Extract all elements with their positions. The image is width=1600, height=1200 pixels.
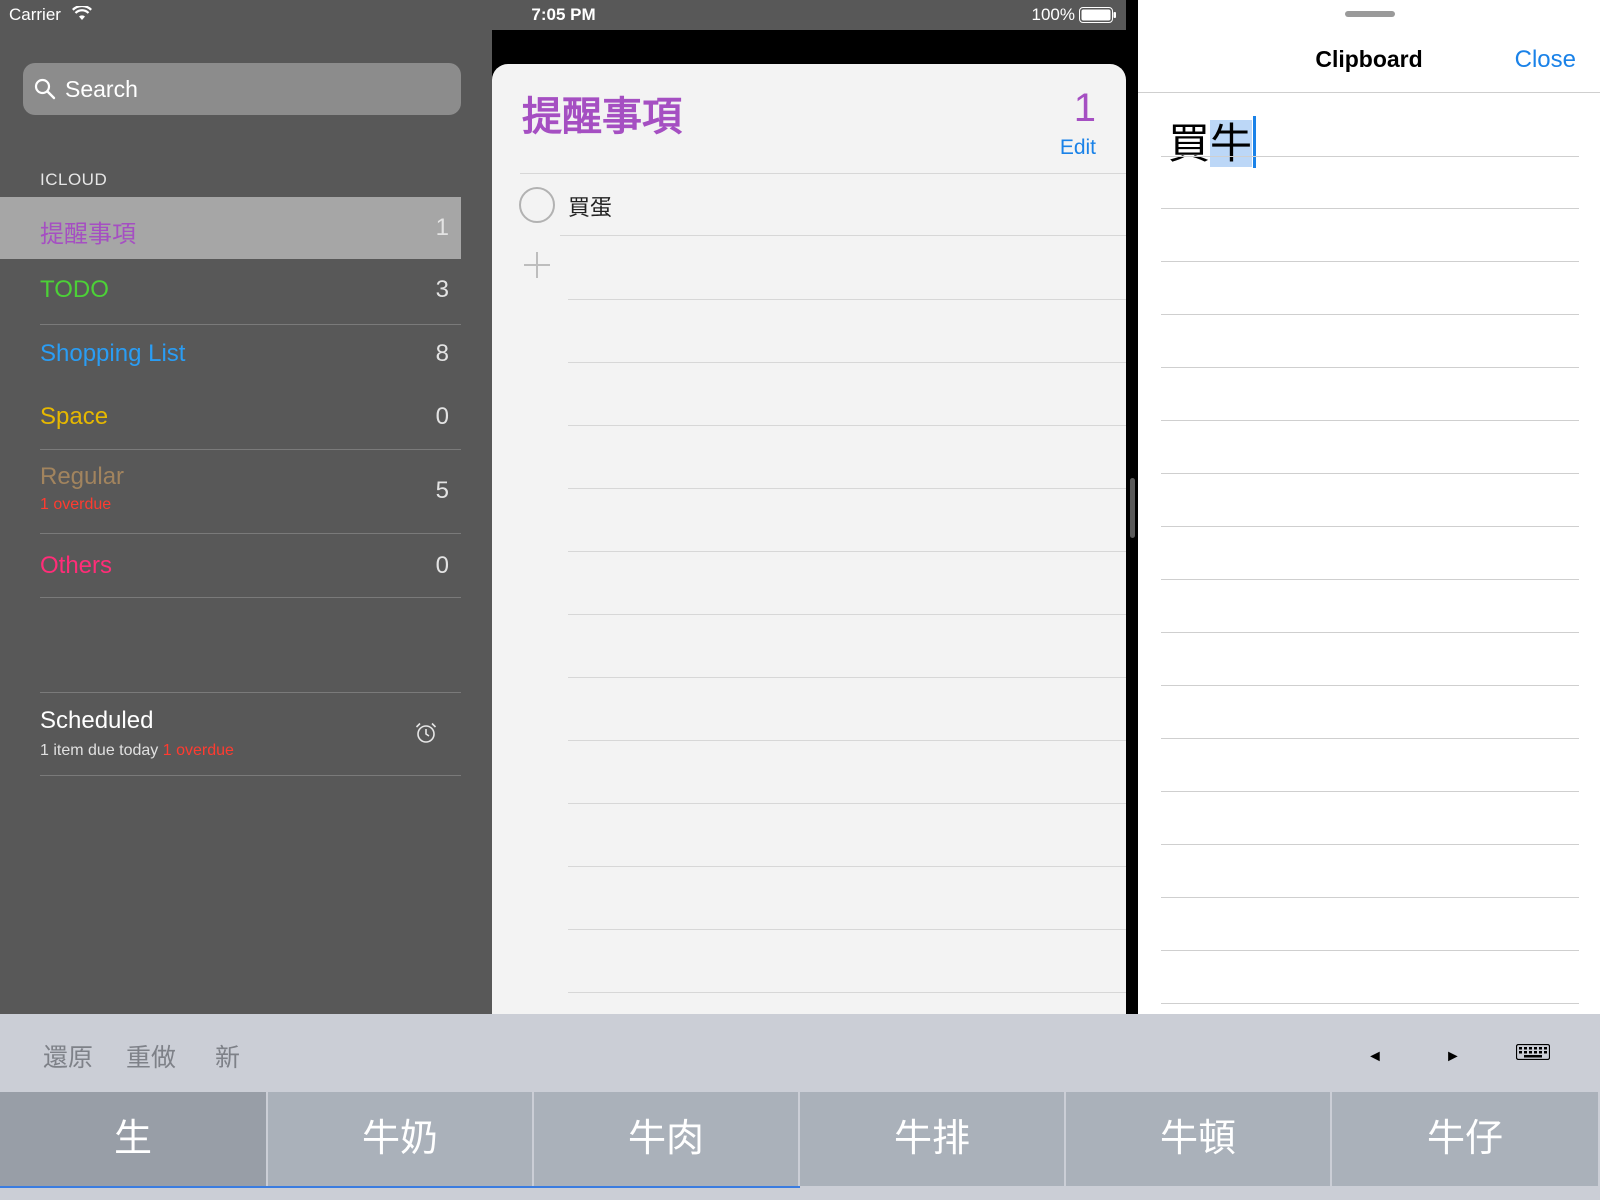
ruled-line (1161, 261, 1579, 262)
ruled-line (568, 803, 1126, 804)
search-placeholder: Search (65, 76, 138, 102)
divider (40, 533, 461, 534)
redo-button[interactable]: 重做 (126, 1038, 176, 1074)
ruled-line (568, 362, 1126, 363)
list-count: 1 (435, 214, 449, 241)
ruled-line (1161, 473, 1579, 474)
scheduled-subtitle: 1 item due today 1 overdue (40, 742, 234, 760)
list-count: 8 (435, 340, 449, 367)
list-row-space[interactable]: Space 0 (0, 386, 461, 448)
keyboard-icon[interactable] (1516, 1044, 1550, 1060)
ruled-line (1161, 208, 1579, 209)
list-name: TODO (40, 276, 109, 303)
candidate-6[interactable]: 牛仔 (1332, 1092, 1598, 1186)
ruled-line (1161, 844, 1579, 845)
ruled-line (1161, 685, 1579, 686)
list-name: Others (40, 552, 113, 579)
ruled-line (1161, 738, 1579, 739)
header-divider (520, 173, 1126, 174)
scheduled-row[interactable]: Scheduled 1 item due today 1 overdue (0, 693, 461, 775)
search-icon (34, 78, 56, 100)
candidate-2[interactable]: 牛奶 (268, 1092, 532, 1186)
candidate-1[interactable]: 生 (0, 1092, 266, 1186)
ruled-line (1161, 791, 1579, 792)
ruled-line (568, 614, 1126, 615)
overdue-label: 1 overdue (40, 496, 112, 513)
list-name: 提醒事項 (40, 221, 136, 248)
ruled-line (568, 740, 1126, 741)
ruled-line (568, 551, 1126, 552)
ruled-line (568, 992, 1126, 993)
sidebar: Search ICLOUD 提醒事項 1 TODO 3 Shopping Lis… (0, 30, 492, 1014)
ruled-line (1161, 897, 1579, 898)
overdue-label: 1 overdue (162, 742, 234, 759)
text-cursor (1253, 116, 1257, 168)
ruled-line (1161, 526, 1579, 527)
candidate-4[interactable]: 牛排 (800, 1092, 1064, 1186)
divider (40, 775, 461, 776)
list-count: 0 (435, 552, 449, 579)
section-header-icloud: ICLOUD (40, 170, 108, 189)
divider (40, 597, 461, 598)
ruled-line (1161, 579, 1579, 580)
ruled-line (1161, 950, 1579, 951)
header-divider (1138, 92, 1600, 93)
candidate-underline (0, 1186, 800, 1188)
ruled-line (568, 677, 1126, 678)
undo-button[interactable]: 還原 (43, 1038, 93, 1074)
list-row-reminders[interactable]: 提醒事項 1 (0, 197, 461, 259)
keyboard-toolbar: 還原 重做 新 ◄ ► (0, 1014, 1600, 1092)
list-item-count: 1 (1073, 86, 1096, 130)
list-row-others[interactable]: Others 0 (0, 535, 461, 597)
candidate-5[interactable]: 牛頓 (1066, 1092, 1330, 1186)
candidate-3[interactable]: 牛肉 (534, 1092, 798, 1186)
list-name: Shopping List (40, 340, 186, 367)
item-divider (568, 299, 1126, 300)
list-count: 0 (435, 403, 449, 430)
close-button[interactable]: Close (1515, 46, 1576, 74)
ruled-line (1161, 314, 1579, 315)
clipboard-panel: Clipboard Close 買牛 (1138, 0, 1600, 1014)
list-title: 提醒事項 (522, 95, 682, 139)
alarm-clock-icon (415, 722, 437, 743)
new-button[interactable]: 新 (215, 1038, 240, 1074)
list-count: 5 (435, 477, 449, 504)
edit-button[interactable]: Edit (1060, 136, 1096, 160)
ruled-line (568, 866, 1126, 867)
list-row-regular[interactable]: Regular 1 overdue 5 (0, 450, 461, 532)
status-bar: Carrier 7:05 PM 100% (0, 0, 1127, 30)
ruled-line (568, 929, 1126, 930)
ruled-line (1161, 367, 1579, 368)
list-row-todo[interactable]: TODO 3 (0, 259, 461, 321)
item-divider (560, 235, 1126, 236)
status-time: 7:05 PM (531, 5, 596, 24)
clipboard-text: 買 (1168, 120, 1211, 167)
list-count: 3 (435, 276, 449, 303)
ruled-line (1161, 420, 1579, 421)
clipboard-text-area[interactable]: 買牛 (1168, 110, 1257, 171)
candidate-bar: 生 牛奶 牛肉 牛排 牛頓 牛仔 (0, 1092, 1600, 1200)
ruled-line (1161, 156, 1579, 157)
cursor-left-button[interactable]: ◄ (1367, 1048, 1383, 1066)
ruled-line (568, 425, 1126, 426)
scheduled-title: Scheduled (40, 707, 154, 734)
cursor-right-button[interactable]: ► (1445, 1048, 1461, 1066)
marked-text: 牛 (1210, 120, 1253, 167)
reminders-panel: 提醒事項 1 Edit 買蛋 (492, 64, 1126, 1014)
add-reminder-plus-icon[interactable] (522, 250, 552, 280)
search-field[interactable]: Search (23, 63, 461, 115)
due-today-label: 1 item due today (40, 742, 159, 759)
slide-over-grabber[interactable] (1345, 11, 1395, 17)
reminder-checkbox[interactable] (519, 187, 555, 223)
split-view-handle[interactable] (1130, 478, 1135, 538)
list-row-shopping-list[interactable]: Shopping List 8 (0, 323, 461, 385)
reminder-item-text[interactable]: 買蛋 (568, 190, 612, 222)
list-name: Regular (40, 463, 125, 490)
battery-percent: 100% (1031, 5, 1075, 24)
list-name: Space (40, 403, 109, 430)
ruled-line (1161, 632, 1579, 633)
battery-icon (1079, 7, 1116, 23)
ruled-line (1161, 1003, 1579, 1004)
ruled-line (568, 488, 1126, 489)
